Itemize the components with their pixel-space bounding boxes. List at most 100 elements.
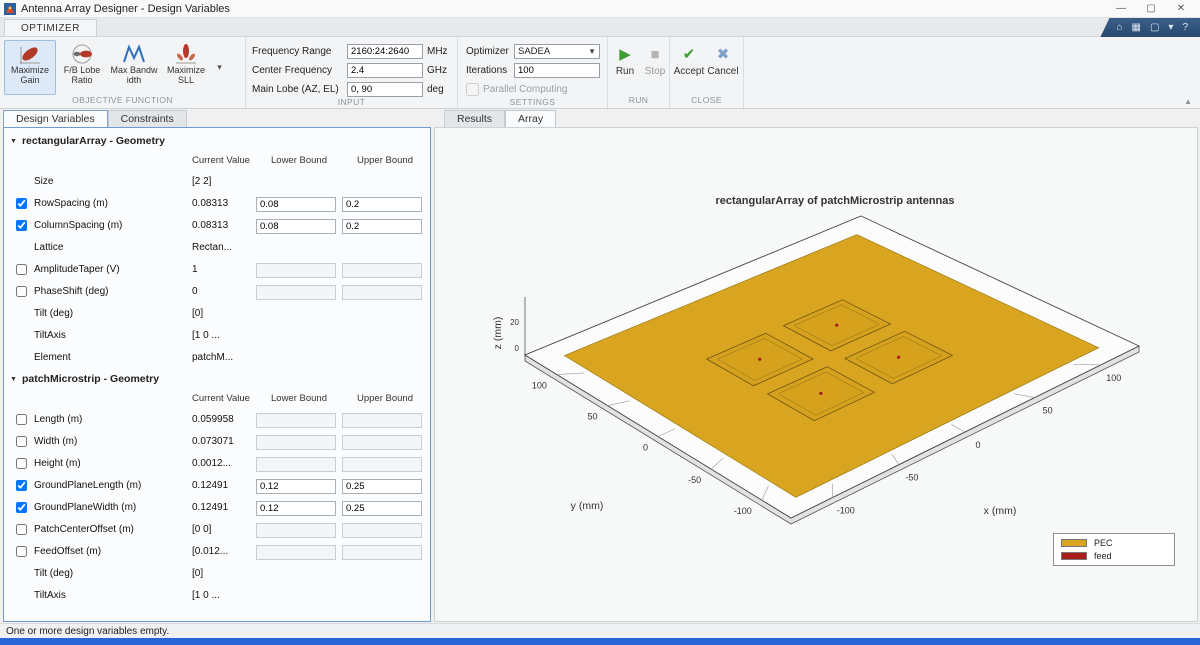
main-lobe-input[interactable] xyxy=(347,82,423,97)
checkbox-cell xyxy=(8,524,34,535)
lower-bound-input[interactable] xyxy=(256,545,336,560)
current-value: 0.08313 xyxy=(192,198,256,209)
tab-constraints[interactable]: Constraints xyxy=(108,110,187,127)
iterations-input[interactable] xyxy=(514,63,600,78)
status-bar: One or more design variables empty. xyxy=(0,623,1200,638)
upper-bound-input[interactable] xyxy=(342,263,422,278)
lower-bound-input[interactable] xyxy=(256,413,336,428)
section-header[interactable]: ▼rectangularArray - Geometry xyxy=(4,130,430,150)
variable-label: Width (m) xyxy=(34,436,192,447)
variable-checkbox[interactable] xyxy=(16,286,27,297)
current-value: [2 2] xyxy=(192,176,256,187)
center-frequency-input[interactable] xyxy=(347,63,423,78)
minimize-button[interactable]: — xyxy=(1106,0,1136,18)
run-icon: ▶ xyxy=(619,47,631,63)
lower-bound-input[interactable] xyxy=(256,479,336,494)
close-button[interactable]: ✕ xyxy=(1166,0,1196,18)
upper-bound-input[interactable] xyxy=(342,479,422,494)
variable-checkbox[interactable] xyxy=(16,546,27,557)
tab-results[interactable]: Results xyxy=(444,110,505,127)
upper-bound-input[interactable] xyxy=(342,545,422,560)
variable-checkbox[interactable] xyxy=(16,502,27,513)
optimizer-label: Optimizer xyxy=(466,46,514,57)
axis-tick-label: -50 xyxy=(688,475,701,485)
variable-label: Lattice xyxy=(34,242,192,253)
checkbox-cell xyxy=(8,502,34,513)
variable-row: AmplitudeTaper (V)1 xyxy=(4,258,430,280)
variable-checkbox[interactable] xyxy=(16,414,27,425)
lower-bound-input[interactable] xyxy=(256,457,336,472)
layout-icon[interactable]: ▦ xyxy=(1132,23,1141,33)
cancel-button[interactable]: ✖ Cancel xyxy=(706,39,740,95)
tab-array[interactable]: Array xyxy=(505,110,556,127)
lower-bound-input[interactable] xyxy=(256,501,336,516)
fb-lobe-ratio-button[interactable]: F/B LobeRatio xyxy=(56,40,108,95)
minimize-toolstrip-icon[interactable]: ▾ xyxy=(1168,23,1173,33)
maximize-sll-icon xyxy=(174,43,198,65)
variable-checkbox[interactable] xyxy=(16,480,27,491)
upper-bound-input[interactable] xyxy=(342,219,422,234)
checkbox-cell xyxy=(8,458,34,469)
run-button[interactable]: ▶ Run xyxy=(610,39,640,95)
optimizer-dropdown[interactable]: SADEA ▼ xyxy=(514,44,600,59)
current-value: 0.12491 xyxy=(192,480,256,491)
upper-bound-input[interactable] xyxy=(342,523,422,538)
lower-bound-input[interactable] xyxy=(256,263,336,278)
lower-bound-input[interactable] xyxy=(256,523,336,538)
collapse-triangle-icon[interactable]: ▼ xyxy=(10,138,17,145)
variable-label: GroundPlaneWidth (m) xyxy=(34,502,192,513)
dock-icon[interactable]: ▢ xyxy=(1150,23,1159,33)
tab-design-variables[interactable]: Design Variables xyxy=(3,110,108,127)
variable-label: Height (m) xyxy=(34,458,192,469)
upper-bound-input[interactable] xyxy=(342,435,422,450)
lower-bound-input[interactable] xyxy=(256,219,336,234)
tab-optimizer[interactable]: OPTIMIZER xyxy=(4,19,97,36)
plot-legend: PEC feed xyxy=(1053,533,1175,566)
upper-bound-input[interactable] xyxy=(342,285,422,300)
stop-button[interactable]: ■ Stop xyxy=(640,39,670,95)
maximize-sll-button[interactable]: MaximizeSLL xyxy=(160,40,212,95)
axis-tick-label: 100 xyxy=(532,381,547,391)
max-bandwidth-button[interactable]: Max Bandwidth xyxy=(108,40,160,95)
upper-bound-input[interactable] xyxy=(342,197,422,212)
stop-icon: ■ xyxy=(650,47,659,63)
upper-bound-input[interactable] xyxy=(342,413,422,428)
lower-bound-input[interactable] xyxy=(256,435,336,450)
collapse-toolstrip-icon[interactable]: ▲ xyxy=(1184,97,1192,106)
accept-button[interactable]: ✔ Accept xyxy=(672,39,706,95)
lower-bound-input[interactable] xyxy=(256,285,336,300)
section-header[interactable]: ▼patchMicrostrip - Geometry xyxy=(4,368,430,388)
variable-checkbox[interactable] xyxy=(16,264,27,275)
status-message: One or more design variables empty. xyxy=(6,626,169,637)
variable-checkbox[interactable] xyxy=(16,198,27,209)
home-icon[interactable]: ⌂ xyxy=(1116,23,1122,33)
current-value: 0.0012... xyxy=(192,458,256,469)
maximize-button[interactable]: ▢ xyxy=(1136,0,1166,18)
lower-bound-input[interactable] xyxy=(256,197,336,212)
button-label: F/B LobeRatio xyxy=(64,65,101,85)
frequency-range-input[interactable] xyxy=(347,44,423,59)
parallel-computing-checkbox[interactable] xyxy=(466,83,479,96)
help-icon[interactable]: ? xyxy=(1182,23,1188,33)
center-frequency-label: Center Frequency xyxy=(252,65,347,76)
fb-lobe-ratio-icon xyxy=(70,43,94,65)
upper-bound-input[interactable] xyxy=(342,457,422,472)
title-bar: Antenna Array Designer - Design Variable… xyxy=(0,0,1200,18)
objective-gallery-dropdown-icon[interactable]: ▾ xyxy=(212,40,227,95)
upper-bound-input[interactable] xyxy=(342,501,422,516)
variable-checkbox[interactable] xyxy=(16,458,27,469)
optimizer-value: SADEA xyxy=(518,46,550,57)
variable-checkbox[interactable] xyxy=(16,436,27,447)
variable-checkbox[interactable] xyxy=(16,220,27,231)
current-value: 0.12491 xyxy=(192,502,256,513)
collapse-triangle-icon[interactable]: ▼ xyxy=(10,376,17,383)
section-input: Frequency Range MHz Center Frequency GHz… xyxy=(246,37,458,108)
column-headers: Current ValueLower BoundUpper Bound xyxy=(4,388,430,408)
maximize-gain-button[interactable]: MaximizeGain xyxy=(4,40,56,95)
section-close: ✔ Accept ✖ Cancel CLOSE xyxy=(670,37,744,108)
variable-checkbox[interactable] xyxy=(16,524,27,535)
variable-label: GroundPlaneLength (m) xyxy=(34,480,192,491)
run-label: Run xyxy=(616,66,634,77)
current-value: [0] xyxy=(192,568,256,579)
variable-row: GroundPlaneWidth (m)0.12491 xyxy=(4,496,430,518)
